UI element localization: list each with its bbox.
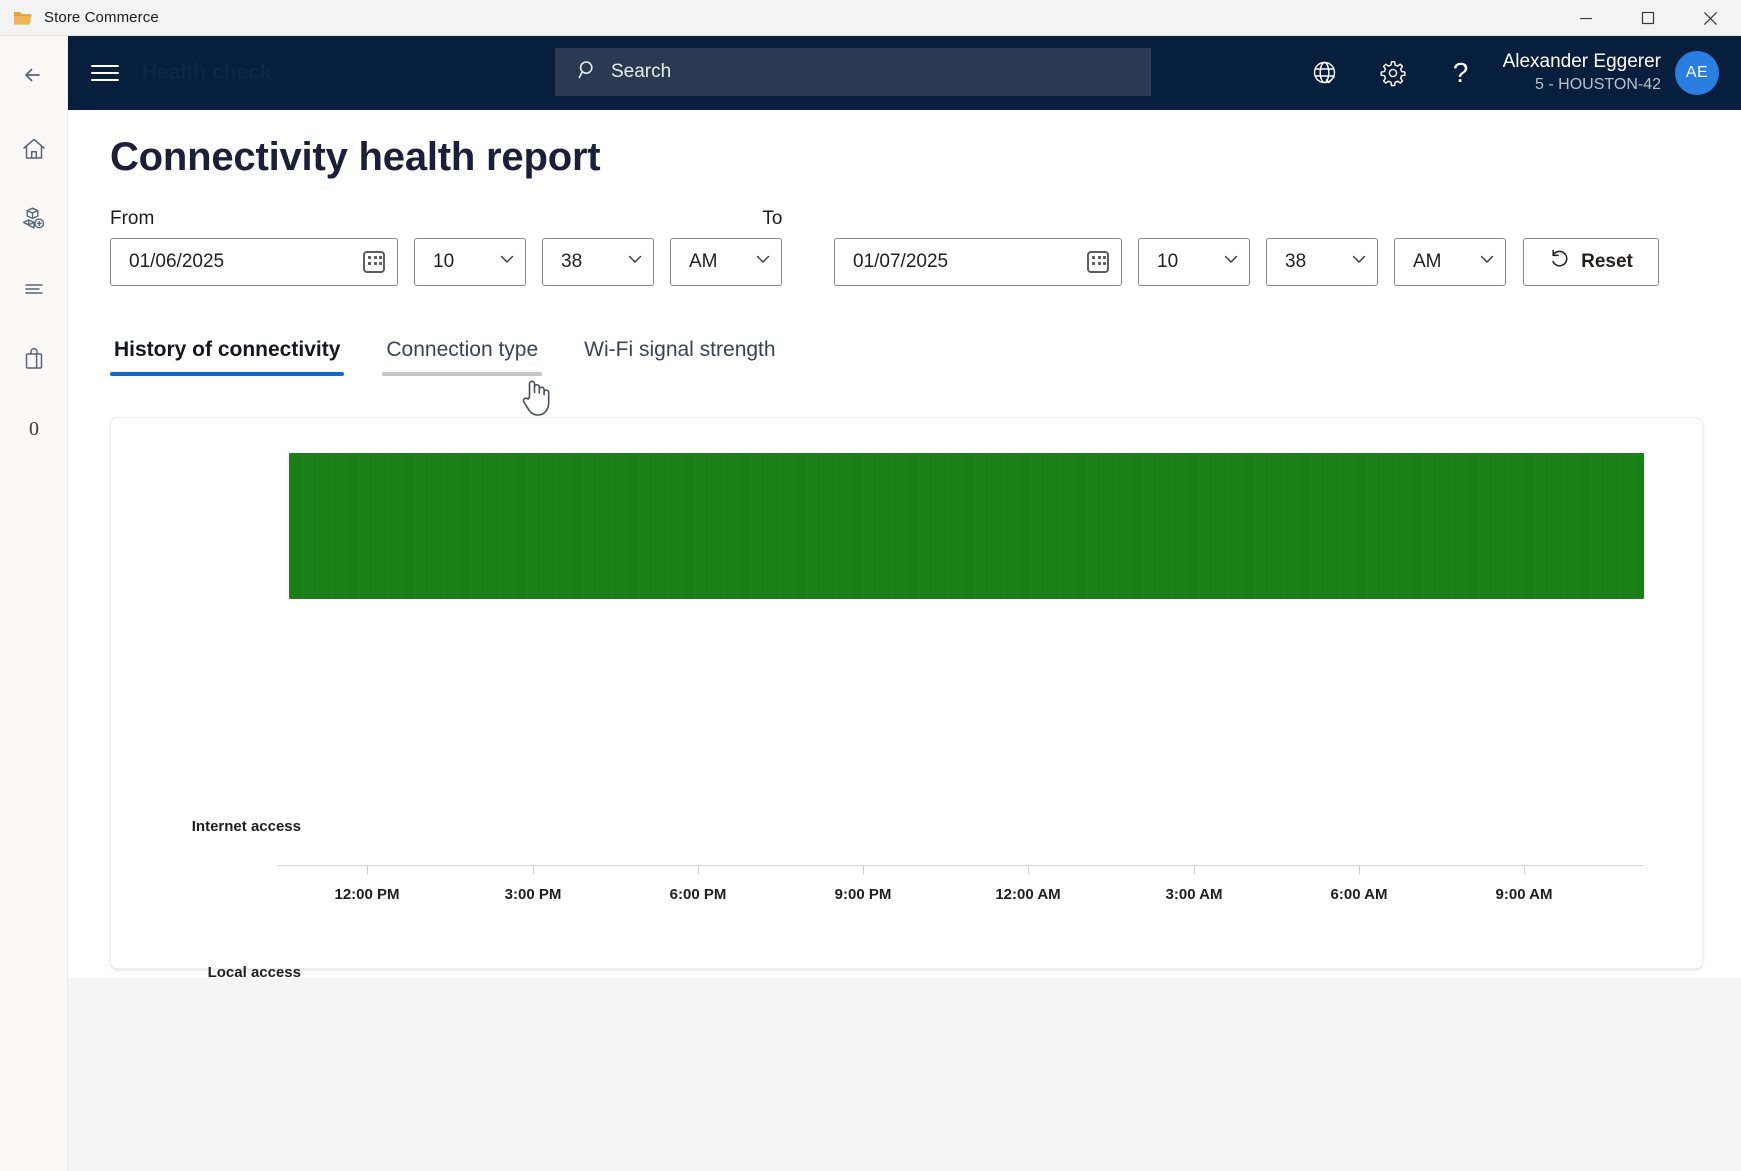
globe-check-icon[interactable]: [1291, 36, 1359, 110]
x-axis-label: 6:00 PM: [669, 886, 727, 903]
x-axis-label: 9:00 AM: [1495, 886, 1553, 903]
from-hour-select[interactable]: 10: [414, 238, 526, 286]
report-tabs: History of connectivity Connection type …: [110, 338, 818, 376]
x-axis-tick: [1359, 865, 1360, 874]
window-title: Store Commerce: [44, 9, 159, 26]
tab-wifi-signal-strength[interactable]: Wi-Fi signal strength: [580, 338, 779, 376]
to-meridiem-select[interactable]: AM: [1394, 238, 1506, 286]
filter-bar: From To 01/06/2025 10 38 AM 01/07/2025 1…: [110, 208, 1659, 286]
page-bottom-area: [68, 978, 1741, 1171]
tab-label: Wi-Fi signal strength: [584, 338, 776, 361]
x-axis-line: [277, 865, 1644, 874]
user-store: 5 - HOUSTON-42: [1535, 76, 1661, 93]
x-axis-label: 6:00 AM: [1330, 886, 1388, 903]
to-hour-value: 10: [1157, 251, 1179, 272]
filter-fields-row: 01/06/2025 10 38 AM 01/07/2025 10 38 AM …: [110, 238, 1659, 286]
search-placeholder: Search: [611, 61, 672, 82]
chevron-down-icon: [499, 251, 515, 273]
y-axis-label-internet-access: Internet access: [191, 818, 301, 835]
x-axis-tick: [698, 865, 699, 874]
chevron-down-icon: [1223, 251, 1239, 273]
zero-indicator[interactable]: 0: [0, 394, 68, 464]
undo-arrow-icon: [1549, 248, 1571, 276]
x-axis-label: 12:00 PM: [334, 886, 400, 903]
from-minute-select[interactable]: 38: [542, 238, 654, 286]
header-ghost-title: Health check: [142, 61, 272, 84]
chevron-down-icon: [627, 251, 643, 273]
x-axis-label: 9:00 PM: [834, 886, 892, 903]
x-axis-tick: [1028, 865, 1029, 874]
reset-button[interactable]: Reset: [1523, 238, 1659, 286]
x-axis-tick: [367, 865, 368, 874]
x-axis-tick: [1194, 865, 1195, 874]
tab-underline: [110, 372, 345, 376]
x-axis-tick: [863, 865, 864, 874]
x-axis-tick: [1524, 865, 1525, 874]
header-right-group: ? Alexander Eggerer 5 - HOUSTON-42 AE: [1291, 36, 1731, 110]
products-icon[interactable]: [0, 184, 68, 254]
chevron-down-icon: [1351, 251, 1367, 273]
tab-connection-type[interactable]: Connection type: [382, 338, 543, 376]
from-minute-value: 38: [561, 251, 583, 272]
page-title: Connectivity health report: [110, 135, 601, 179]
x-axis-label: 3:00 PM: [504, 886, 562, 903]
calendar-icon[interactable]: [363, 251, 385, 273]
calendar-icon[interactable]: [1087, 251, 1109, 273]
left-navigation-rail: 0: [0, 36, 68, 1171]
folder-icon: [13, 8, 33, 28]
back-icon[interactable]: [0, 36, 68, 114]
from-meridiem-value: AM: [689, 251, 718, 272]
shopping-bag-icon[interactable]: [0, 324, 68, 394]
tab-underline: [580, 372, 779, 376]
window-title-bar: Store Commerce: [0, 0, 1741, 36]
chevron-down-icon: [1479, 251, 1495, 273]
window-controls: [1555, 0, 1741, 35]
tab-label: Connection type: [386, 338, 539, 361]
connectivity-chart: Internet access Local access No access 1…: [111, 418, 1702, 1128]
to-minute-select[interactable]: 38: [1266, 238, 1378, 286]
hamburger-menu-icon[interactable]: [74, 36, 136, 110]
bar-internet-access: [289, 453, 1644, 599]
from-date-value: 01/06/2025: [129, 251, 225, 272]
tab-history-of-connectivity[interactable]: History of connectivity: [110, 338, 345, 376]
user-name: Alexander Eggerer: [1502, 51, 1661, 72]
minimize-button[interactable]: [1555, 0, 1617, 36]
question-mark-icon[interactable]: ?: [1427, 36, 1495, 110]
x-axis-label: 3:00 AM: [1165, 886, 1223, 903]
user-info[interactable]: Alexander Eggerer 5 - HOUSTON-42: [1495, 36, 1675, 110]
maximize-button[interactable]: [1617, 0, 1679, 36]
from-date-input[interactable]: 01/06/2025: [110, 238, 398, 286]
search-icon: [577, 59, 599, 86]
x-axis-tick: [533, 865, 534, 874]
from-hour-value: 10: [433, 251, 455, 272]
app-header: Health check Search ? Alexander Eggerer …: [68, 36, 1741, 110]
list-icon[interactable]: [0, 254, 68, 324]
connectivity-chart-card: Internet access Local access No access 1…: [110, 417, 1703, 1128]
avatar[interactable]: AE: [1675, 51, 1719, 95]
from-label: From: [110, 208, 155, 229]
search-input[interactable]: Search: [555, 48, 1151, 96]
close-button[interactable]: [1679, 0, 1741, 36]
x-axis-label: 12:00 AM: [995, 886, 1061, 903]
tab-label: History of connectivity: [114, 338, 341, 361]
to-date-value: 01/07/2025: [853, 251, 949, 272]
home-icon[interactable]: [0, 114, 68, 184]
to-meridiem-value: AM: [1413, 251, 1442, 272]
gear-icon[interactable]: [1359, 36, 1427, 110]
to-minute-value: 38: [1285, 251, 1307, 272]
reset-label: Reset: [1581, 251, 1633, 272]
to-label: To: [762, 208, 783, 229]
to-date-input[interactable]: 01/07/2025: [834, 238, 1122, 286]
chevron-down-icon: [755, 251, 771, 273]
tab-underline: [382, 372, 543, 376]
from-meridiem-select[interactable]: AM: [670, 238, 782, 286]
to-hour-select[interactable]: 10: [1138, 238, 1250, 286]
filter-labels-row: From To: [110, 208, 1659, 238]
